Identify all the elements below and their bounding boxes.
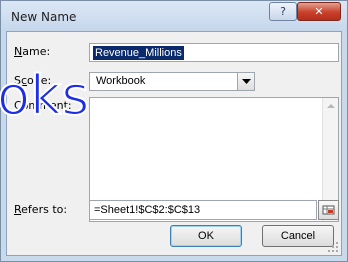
collapse-dialog-button[interactable]	[318, 200, 339, 220]
dialog-body: Name: Revenue_Millions Scope: Workbook C…	[6, 31, 342, 256]
scope-dropdown-button[interactable]	[237, 73, 254, 90]
resize-grip-icon[interactable]	[327, 241, 339, 253]
scope-label: Scope:	[14, 74, 51, 87]
name-input[interactable]: Revenue_Millions	[89, 43, 339, 62]
close-icon: ✕	[314, 5, 324, 18]
comment-label: Comment:	[14, 99, 72, 112]
comment-label-text: omment:	[21, 99, 72, 112]
new-name-dialog: New Name ? ✕ Name: Revenue_Millions Scop…	[0, 0, 348, 262]
name-input-value: Revenue_Millions	[93, 46, 184, 60]
range-select-icon	[322, 205, 335, 215]
help-button[interactable]: ?	[269, 2, 297, 21]
dialog-title: New Name	[11, 10, 77, 24]
cancel-button[interactable]: Cancel	[262, 225, 334, 247]
scope-select-value: Workbook	[96, 75, 146, 87]
ok-button[interactable]: OK	[170, 225, 242, 247]
scroll-up-icon[interactable]	[327, 104, 335, 108]
refers-to-label: Refers to:	[14, 203, 67, 216]
refers-to-value: =Sheet1!$C$2:$C$13	[94, 204, 201, 216]
help-icon: ?	[280, 5, 286, 18]
scope-select[interactable]: Workbook	[89, 72, 255, 91]
chevron-down-icon	[241, 79, 251, 84]
refers-to-input[interactable]: =Sheet1!$C$2:$C$13	[89, 200, 317, 220]
scope-label-text: ope:	[27, 74, 52, 87]
scope-label-prefix: S	[14, 74, 21, 87]
title-bar[interactable]: New Name ? ✕	[1, 1, 347, 31]
name-label-text: ame:	[22, 45, 51, 58]
name-label: Name:	[14, 45, 50, 58]
comment-label-accel: C	[14, 99, 22, 112]
close-button[interactable]: ✕	[297, 2, 341, 21]
refers-label-text: efers to:	[21, 203, 68, 216]
name-label-accel: N	[14, 45, 23, 58]
